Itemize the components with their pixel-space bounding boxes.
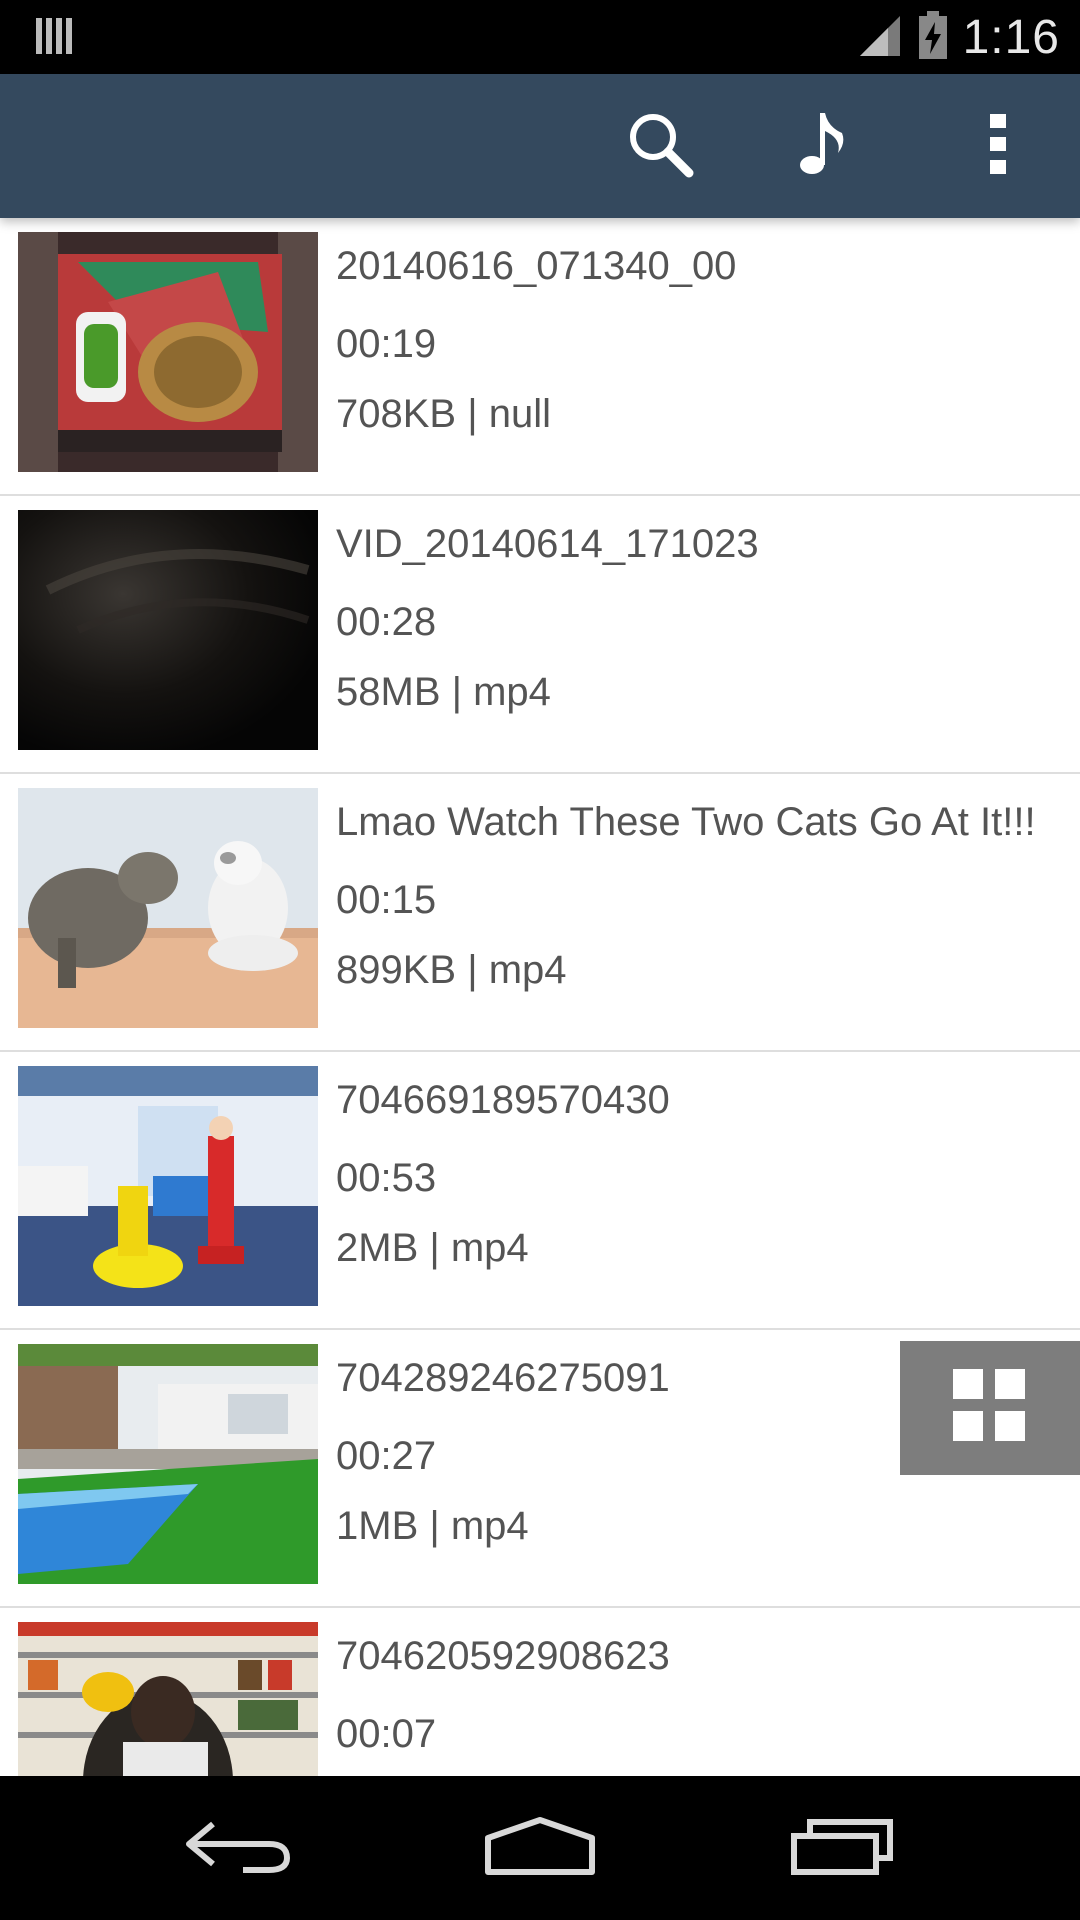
status-bar: 1:16 bbox=[0, 0, 1080, 74]
home-icon bbox=[484, 1816, 596, 1881]
video-title: Lmao Watch These Two Cats Go At It!!! bbox=[336, 800, 1036, 844]
recents-button[interactable] bbox=[752, 1776, 932, 1920]
video-duration: 00:27 bbox=[336, 1434, 437, 1478]
overflow-menu-icon bbox=[988, 112, 1008, 181]
video-size-format: 1MB | mp4 bbox=[336, 1504, 529, 1548]
video-duration: 00:19 bbox=[336, 322, 437, 366]
video-duration: 00:07 bbox=[336, 1712, 437, 1756]
music-note-icon bbox=[798, 109, 848, 184]
video-size-format: 708KB | null bbox=[336, 392, 551, 436]
video-list-item[interactable]: Lmao Watch These Two Cats Go At It!!! 00… bbox=[0, 774, 1080, 1052]
video-thumbnail bbox=[18, 1344, 318, 1584]
video-size-format: 899KB | mp4 bbox=[336, 948, 567, 992]
back-button[interactable] bbox=[148, 1776, 328, 1920]
video-list-item[interactable]: 20140616_071340_00 00:19 708KB | null bbox=[0, 218, 1080, 496]
video-thumbnail bbox=[18, 232, 318, 472]
video-list-item[interactable]: 704620592908623 00:07 bbox=[0, 1608, 1080, 1776]
video-list-item[interactable]: VID_20140614_171023 00:28 58MB | mp4 bbox=[0, 496, 1080, 774]
recents-icon bbox=[790, 1816, 894, 1881]
app-bar bbox=[0, 74, 1080, 218]
video-title: 704289246275091 bbox=[336, 1356, 670, 1400]
video-duration: 00:15 bbox=[336, 878, 437, 922]
video-thumbnail bbox=[18, 788, 318, 1028]
search-icon bbox=[625, 109, 695, 184]
video-title: 20140616_071340_00 bbox=[336, 244, 737, 288]
video-size-format: 2MB | mp4 bbox=[336, 1226, 529, 1270]
video-duration: 00:53 bbox=[336, 1156, 437, 1200]
back-icon bbox=[183, 1816, 293, 1881]
video-list: 20140616_071340_00 00:19 708KB | null VI… bbox=[0, 218, 1080, 1776]
video-size-format: 58MB | mp4 bbox=[336, 670, 551, 714]
overflow-menu-button[interactable] bbox=[938, 74, 1058, 218]
signal-icon bbox=[858, 14, 902, 58]
battery-charging-icon bbox=[918, 10, 948, 60]
status-clock: 1:16 bbox=[962, 11, 1060, 64]
search-button[interactable] bbox=[600, 74, 720, 218]
system-nav-bar bbox=[0, 1776, 1080, 1920]
music-button[interactable] bbox=[763, 74, 883, 218]
video-duration: 00:28 bbox=[336, 600, 437, 644]
home-button[interactable] bbox=[450, 1776, 630, 1920]
video-title: VID_20140614_171023 bbox=[336, 522, 759, 566]
video-thumbnail bbox=[18, 1066, 318, 1306]
notification-icon bbox=[34, 14, 74, 58]
video-title: 704669189570430 bbox=[336, 1078, 670, 1122]
video-thumbnail bbox=[18, 510, 318, 750]
video-list-item[interactable]: 704669189570430 00:53 2MB | mp4 bbox=[0, 1052, 1080, 1330]
video-title: 704620592908623 bbox=[336, 1634, 670, 1678]
grid-view-icon bbox=[953, 1368, 1027, 1448]
video-thumbnail bbox=[18, 1622, 318, 1776]
grid-view-toggle-button[interactable] bbox=[900, 1341, 1080, 1475]
